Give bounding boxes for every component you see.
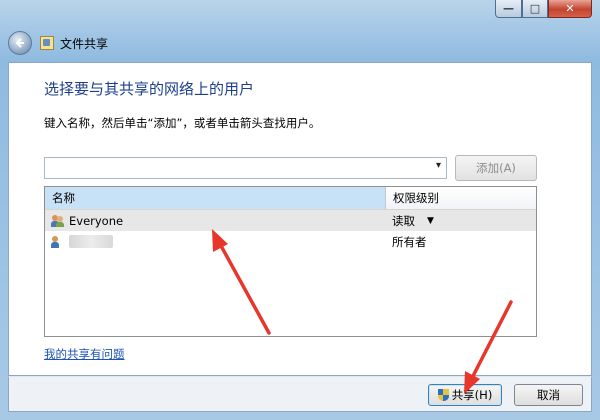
- uac-shield-icon: [437, 389, 449, 401]
- users-group-icon: [51, 214, 65, 227]
- user-permission-table: 名称 权限级别 Everyone 读取 ▼ 所有者: [44, 186, 537, 337]
- redacted-user-name: [69, 235, 113, 248]
- table-row-owner[interactable]: 所有者: [45, 231, 536, 252]
- permission-level: 所有者: [392, 234, 427, 249]
- window-frame: — □ ✕ 文件共享 选择要与其共享的网络上的用户 键入名称，然后单击“添加”，…: [0, 0, 600, 420]
- user-name-combobox[interactable]: ▾: [44, 157, 447, 179]
- sharing-trouble-link[interactable]: 我的共享有问题: [44, 346, 125, 362]
- close-button[interactable]: ✕: [548, 0, 592, 18]
- window-title: 文件共享: [60, 36, 109, 51]
- caret-down-icon[interactable]: ▼: [427, 216, 434, 226]
- permission-dropdown[interactable]: 读取 ▼: [386, 210, 536, 231]
- window-controls: — □ ✕: [495, 0, 592, 20]
- dropdown-arrow-icon[interactable]: ▾: [436, 160, 441, 171]
- column-header-name[interactable]: 名称: [45, 187, 386, 209]
- page-heading: 选择要与其共享的网络上的用户: [44, 80, 255, 98]
- table-header: 名称 权限级别: [45, 187, 536, 210]
- cancel-button[interactable]: 取消: [514, 384, 583, 406]
- share-button-label: 共享(H): [451, 388, 493, 402]
- row-name-cell: [45, 231, 386, 252]
- maximize-button[interactable]: □: [522, 0, 548, 18]
- permission-level: 读取: [392, 213, 415, 228]
- dialog-footer: 共享(H) 取消: [8, 376, 592, 412]
- table-row-everyone[interactable]: Everyone 读取 ▼: [45, 210, 536, 231]
- permission-cell: 所有者: [386, 231, 536, 252]
- instruction-text: 键入名称，然后单击“添加”，或者单击箭头查找用户。: [44, 116, 321, 130]
- user-icon: [51, 235, 65, 248]
- content-pane: 选择要与其共享的网络上的用户 键入名称，然后单击“添加”，或者单击箭头查找用户。…: [8, 62, 592, 376]
- file-sharing-icon: [40, 36, 54, 50]
- nav-bar: 文件共享: [8, 30, 108, 56]
- back-arrow-icon[interactable]: [8, 31, 32, 55]
- user-name: Everyone: [69, 213, 124, 228]
- column-header-permission[interactable]: 权限级别: [386, 187, 536, 209]
- add-button[interactable]: 添加(A): [455, 155, 537, 181]
- row-name-cell: Everyone: [45, 210, 386, 231]
- share-button[interactable]: 共享(H): [428, 384, 502, 406]
- minimize-button[interactable]: —: [495, 0, 522, 18]
